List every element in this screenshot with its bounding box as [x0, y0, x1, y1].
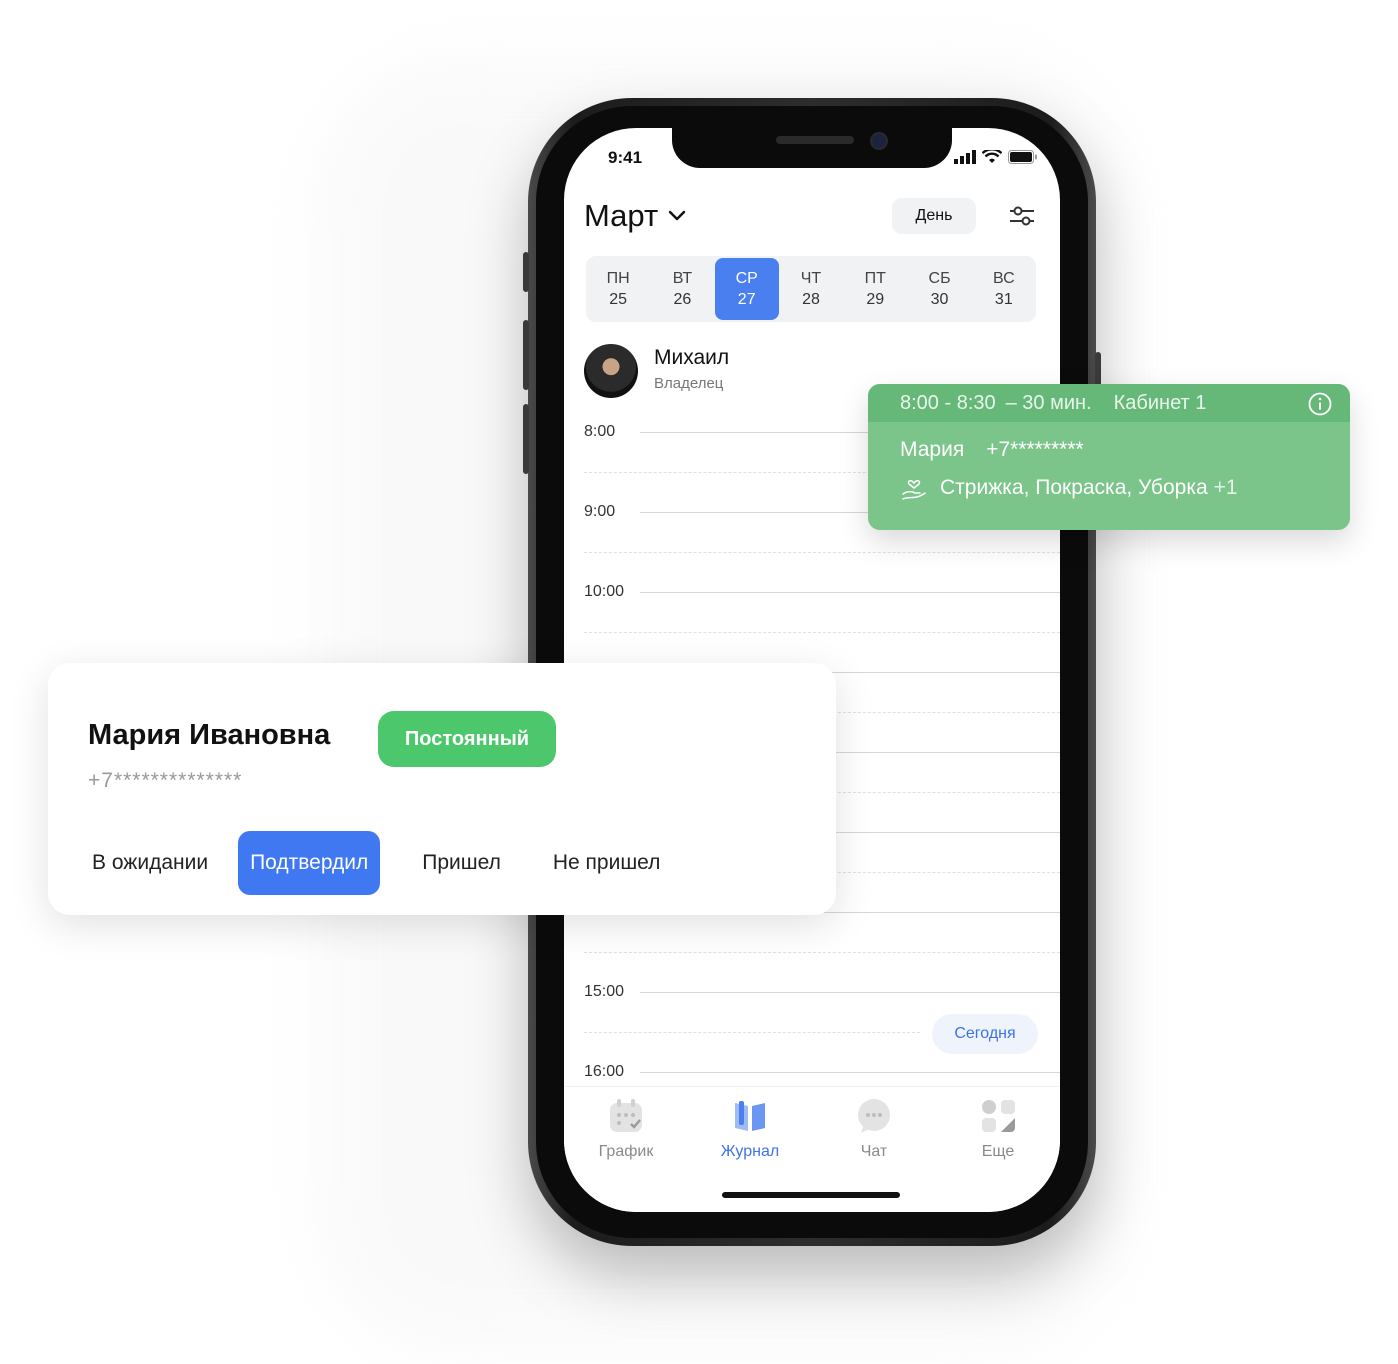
appointment-services: Стрижка, Покраска, Уборка +1: [900, 474, 1238, 502]
appointment-duration: – 30 мин.: [1005, 391, 1092, 414]
phone-volume-down: [523, 404, 529, 474]
chat-icon: [858, 1099, 890, 1133]
weekday-mon[interactable]: ПН 25: [586, 256, 650, 322]
weekday-sun[interactable]: ВС 31: [972, 256, 1036, 322]
appointment-client: Мария +7*********: [900, 438, 1084, 462]
status-time: 9:41: [608, 148, 643, 167]
week-strip: ПН 25 ВТ 26 СР 27 ЧТ 28 ПТ 29 СБ 30 ВС 31: [586, 256, 1036, 322]
today-button[interactable]: Сегодня: [932, 1014, 1038, 1054]
half-hour-line: [584, 632, 1060, 633]
month-selector[interactable]: Март: [584, 198, 686, 234]
front-camera: [870, 132, 888, 150]
status-icons: [954, 150, 1038, 164]
hour-label: 16:00: [584, 1063, 625, 1080]
appointment-header: 8:00 - 8:30 – 30 мин. Кабинет 1: [868, 384, 1350, 422]
appointment-card[interactable]: 8:00 - 8:30 – 30 мин. Кабинет 1 Мария +7…: [868, 384, 1350, 530]
phone-mute-switch: [523, 252, 529, 292]
tab-label: Еще: [981, 1143, 1015, 1160]
hour-line: [640, 1072, 1060, 1073]
appointment-client-name: Мария: [900, 438, 965, 461]
wifi-icon: [982, 150, 1002, 163]
month-label: Март: [584, 198, 659, 233]
appointment-services-more: +1: [1213, 476, 1238, 499]
half-hour-line: [584, 952, 1060, 953]
appointment-services-list: Стрижка, Покраска, Уборка: [940, 476, 1208, 499]
view-mode-button[interactable]: День: [892, 198, 976, 234]
speaker: [776, 136, 854, 144]
tab-more[interactable]: Еще: [948, 1097, 1048, 1212]
appointment-time: 8:00 - 8:30: [900, 391, 996, 414]
hour-label: 9:00: [584, 503, 616, 520]
filter-button[interactable]: [1008, 204, 1036, 233]
tab-label: Чат: [860, 1143, 888, 1160]
client-name: Мария Ивановна: [88, 719, 331, 751]
tab-label: Журнал: [720, 1143, 780, 1160]
staff-role: Владелец: [654, 375, 724, 392]
hour-label: 10:00: [584, 583, 625, 600]
book-icon: [735, 1101, 765, 1131]
client-status-card: Мария Ивановна Постоянный +7************…: [48, 663, 836, 915]
weekday-thu[interactable]: ЧТ 28: [779, 256, 843, 322]
home-indicator: [722, 1192, 900, 1198]
half-hour-line: [584, 552, 1060, 553]
weekday-sat[interactable]: СБ 30: [907, 256, 971, 322]
client-phone: +7**************: [88, 769, 243, 792]
sliders-icon: [1010, 206, 1034, 226]
phone-volume-up: [523, 320, 529, 390]
avatar[interactable]: [584, 344, 638, 398]
chevron-down-icon: [668, 210, 686, 221]
signal-icon: [954, 150, 976, 164]
status-confirmed-button[interactable]: Подтвердил: [238, 831, 381, 895]
weekday-wed-selected[interactable]: СР 27: [714, 258, 779, 320]
weekday-fri[interactable]: ПТ 29: [843, 256, 907, 322]
attendance-status-group: В ожидании Подтвердил Пришел Не пришел: [80, 831, 690, 895]
status-waiting-button[interactable]: В ожидании: [80, 831, 220, 895]
grid-icon: [982, 1100, 1015, 1132]
staff-name: Михаил: [654, 346, 730, 369]
hour-line: [640, 992, 1060, 993]
appointment-client-phone: +7*********: [986, 438, 1084, 461]
info-icon[interactable]: [1308, 392, 1332, 416]
hour-label: 8:00: [584, 423, 616, 440]
hour-line: [640, 592, 1060, 593]
care-hand-icon: [902, 480, 926, 500]
weekday-tue[interactable]: ВТ 26: [650, 256, 714, 322]
notch: [672, 128, 952, 168]
status-badge: Постоянный: [378, 711, 556, 767]
hour-label: 15:00: [584, 983, 625, 1000]
tab-schedule[interactable]: График: [576, 1097, 676, 1212]
appointment-room: Кабинет 1: [1113, 391, 1207, 414]
half-hour-line: [584, 1032, 920, 1033]
tab-label: График: [598, 1143, 654, 1160]
calendar-icon: [610, 1099, 642, 1132]
status-arrived-button[interactable]: Пришел: [410, 831, 513, 895]
status-no-show-button[interactable]: Не пришел: [541, 831, 673, 895]
battery-icon: [1008, 150, 1037, 164]
